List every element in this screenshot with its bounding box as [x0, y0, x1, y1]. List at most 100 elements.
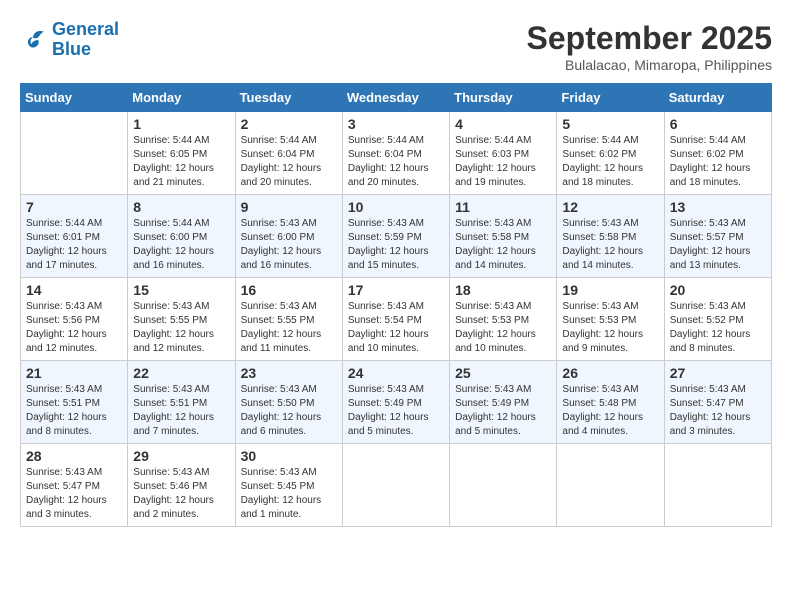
week-row-1: 1 Sunrise: 5:44 AM Sunset: 6:05 PM Daylig… [21, 112, 772, 195]
day-info: Sunrise: 5:44 AM Sunset: 6:02 PM Dayligh… [562, 134, 658, 190]
day-number: 22 [133, 365, 229, 381]
logo-line1: General [52, 19, 119, 39]
day-info: Sunrise: 5:43 AM Sunset: 5:55 PM Dayligh… [241, 300, 337, 356]
day-info: Sunrise: 5:43 AM Sunset: 5:58 PM Dayligh… [455, 217, 551, 273]
week-row-2: 7 Sunrise: 5:44 AM Sunset: 6:01 PM Daylig… [21, 195, 772, 278]
day-number: 27 [670, 365, 766, 381]
day-info: Sunrise: 5:43 AM Sunset: 5:45 PM Dayligh… [241, 466, 337, 522]
day-number: 21 [26, 365, 122, 381]
day-number: 7 [26, 199, 122, 215]
day-info: Sunrise: 5:43 AM Sunset: 5:52 PM Dayligh… [670, 300, 766, 356]
day-info: Sunrise: 5:43 AM Sunset: 5:51 PM Dayligh… [133, 383, 229, 439]
day-info: Sunrise: 5:43 AM Sunset: 5:51 PM Dayligh… [26, 383, 122, 439]
calendar-cell: 1 Sunrise: 5:44 AM Sunset: 6:05 PM Daylig… [128, 112, 235, 195]
day-info: Sunrise: 5:44 AM Sunset: 6:02 PM Dayligh… [670, 134, 766, 190]
day-info: Sunrise: 5:43 AM Sunset: 5:54 PM Dayligh… [348, 300, 444, 356]
header-sunday: Sunday [21, 84, 128, 112]
week-row-4: 21 Sunrise: 5:43 AM Sunset: 5:51 PM Dayli… [21, 361, 772, 444]
day-info: Sunrise: 5:43 AM Sunset: 5:48 PM Dayligh… [562, 383, 658, 439]
calendar-cell: 16 Sunrise: 5:43 AM Sunset: 5:55 PM Dayli… [235, 278, 342, 361]
calendar-cell: 14 Sunrise: 5:43 AM Sunset: 5:56 PM Dayli… [21, 278, 128, 361]
day-number: 12 [562, 199, 658, 215]
logo-text: General Blue [52, 20, 119, 60]
day-info: Sunrise: 5:44 AM Sunset: 6:04 PM Dayligh… [348, 134, 444, 190]
calendar-cell: 6 Sunrise: 5:44 AM Sunset: 6:02 PM Daylig… [664, 112, 771, 195]
day-number: 13 [670, 199, 766, 215]
day-info: Sunrise: 5:43 AM Sunset: 5:53 PM Dayligh… [455, 300, 551, 356]
calendar-cell: 21 Sunrise: 5:43 AM Sunset: 5:51 PM Dayli… [21, 361, 128, 444]
day-number: 20 [670, 282, 766, 298]
calendar-cell: 11 Sunrise: 5:43 AM Sunset: 5:58 PM Dayli… [450, 195, 557, 278]
day-number: 5 [562, 116, 658, 132]
logo: General Blue [20, 20, 119, 60]
day-info: Sunrise: 5:43 AM Sunset: 5:49 PM Dayligh… [455, 383, 551, 439]
header-tuesday: Tuesday [235, 84, 342, 112]
day-number: 3 [348, 116, 444, 132]
calendar-cell: 13 Sunrise: 5:43 AM Sunset: 5:57 PM Dayli… [664, 195, 771, 278]
day-number: 14 [26, 282, 122, 298]
calendar-cell [450, 444, 557, 527]
day-number: 2 [241, 116, 337, 132]
day-info: Sunrise: 5:43 AM Sunset: 5:59 PM Dayligh… [348, 217, 444, 273]
day-info: Sunrise: 5:43 AM Sunset: 5:58 PM Dayligh… [562, 217, 658, 273]
day-number: 10 [348, 199, 444, 215]
week-row-3: 14 Sunrise: 5:43 AM Sunset: 5:56 PM Dayli… [21, 278, 772, 361]
calendar-cell: 23 Sunrise: 5:43 AM Sunset: 5:50 PM Dayli… [235, 361, 342, 444]
day-info: Sunrise: 5:43 AM Sunset: 5:53 PM Dayligh… [562, 300, 658, 356]
calendar-table: SundayMondayTuesdayWednesdayThursdayFrid… [20, 83, 772, 527]
day-info: Sunrise: 5:44 AM Sunset: 6:00 PM Dayligh… [133, 217, 229, 273]
header-thursday: Thursday [450, 84, 557, 112]
day-number: 11 [455, 199, 551, 215]
calendar-cell: 26Sunrise: 5:43 AM Sunset: 5:48 PM Dayli… [557, 361, 664, 444]
calendar-cell: 28Sunrise: 5:43 AM Sunset: 5:47 PM Dayli… [21, 444, 128, 527]
day-number: 30 [241, 448, 337, 464]
day-number: 15 [133, 282, 229, 298]
day-number: 6 [670, 116, 766, 132]
day-number: 25 [455, 365, 551, 381]
calendar-cell: 15 Sunrise: 5:43 AM Sunset: 5:55 PM Dayli… [128, 278, 235, 361]
day-info: Sunrise: 5:43 AM Sunset: 5:49 PM Dayligh… [348, 383, 444, 439]
calendar-cell: 29 Sunrise: 5:43 AM Sunset: 5:46 PM Dayli… [128, 444, 235, 527]
calendar-cell: 25 Sunrise: 5:43 AM Sunset: 5:49 PM Dayli… [450, 361, 557, 444]
subtitle: Bulalacao, Mimaropa, Philippines [527, 57, 772, 73]
title-block: September 2025 Bulalacao, Mimaropa, Phil… [527, 20, 772, 73]
calendar-cell: 27Sunrise: 5:43 AM Sunset: 5:47 PM Dayli… [664, 361, 771, 444]
day-number: 18 [455, 282, 551, 298]
day-info: Sunrise: 5:43 AM Sunset: 5:47 PM Dayligh… [26, 466, 122, 522]
day-info: Sunrise: 5:44 AM Sunset: 6:05 PM Dayligh… [133, 134, 229, 190]
calendar-cell [557, 444, 664, 527]
main-title: September 2025 [527, 20, 772, 57]
day-info: Sunrise: 5:43 AM Sunset: 5:46 PM Dayligh… [133, 466, 229, 522]
calendar-cell: 5 Sunrise: 5:44 AM Sunset: 6:02 PM Daylig… [557, 112, 664, 195]
calendar-cell: 4 Sunrise: 5:44 AM Sunset: 6:03 PM Daylig… [450, 112, 557, 195]
calendar-cell: 7 Sunrise: 5:44 AM Sunset: 6:01 PM Daylig… [21, 195, 128, 278]
calendar-cell: 8Sunrise: 5:44 AM Sunset: 6:00 PM Daylig… [128, 195, 235, 278]
calendar-cell: 17 Sunrise: 5:43 AM Sunset: 5:54 PM Dayli… [342, 278, 449, 361]
day-number: 9 [241, 199, 337, 215]
day-info: Sunrise: 5:43 AM Sunset: 6:00 PM Dayligh… [241, 217, 337, 273]
day-info: Sunrise: 5:43 AM Sunset: 5:50 PM Dayligh… [241, 383, 337, 439]
day-number: 23 [241, 365, 337, 381]
day-info: Sunrise: 5:43 AM Sunset: 5:55 PM Dayligh… [133, 300, 229, 356]
calendar-cell: 12 Sunrise: 5:43 AM Sunset: 5:58 PM Dayli… [557, 195, 664, 278]
day-info: Sunrise: 5:44 AM Sunset: 6:01 PM Dayligh… [26, 217, 122, 273]
calendar-cell: 10 Sunrise: 5:43 AM Sunset: 5:59 PM Dayli… [342, 195, 449, 278]
day-number: 4 [455, 116, 551, 132]
day-number: 19 [562, 282, 658, 298]
logo-line2: Blue [52, 39, 91, 59]
calendar-cell: 18 Sunrise: 5:43 AM Sunset: 5:53 PM Dayli… [450, 278, 557, 361]
day-number: 17 [348, 282, 444, 298]
calendar-cell: 3 Sunrise: 5:44 AM Sunset: 6:04 PM Daylig… [342, 112, 449, 195]
day-info: Sunrise: 5:44 AM Sunset: 6:04 PM Dayligh… [241, 134, 337, 190]
logo-icon [20, 28, 48, 52]
day-info: Sunrise: 5:43 AM Sunset: 5:57 PM Dayligh… [670, 217, 766, 273]
calendar-cell [664, 444, 771, 527]
day-number: 29 [133, 448, 229, 464]
calendar-cell: 30 Sunrise: 5:43 AM Sunset: 5:45 PM Dayli… [235, 444, 342, 527]
day-number: 1 [133, 116, 229, 132]
header-wednesday: Wednesday [342, 84, 449, 112]
day-number: 16 [241, 282, 337, 298]
day-info: Sunrise: 5:44 AM Sunset: 6:03 PM Dayligh… [455, 134, 551, 190]
calendar-cell: 22 Sunrise: 5:43 AM Sunset: 5:51 PM Dayli… [128, 361, 235, 444]
day-info: Sunrise: 5:43 AM Sunset: 5:56 PM Dayligh… [26, 300, 122, 356]
